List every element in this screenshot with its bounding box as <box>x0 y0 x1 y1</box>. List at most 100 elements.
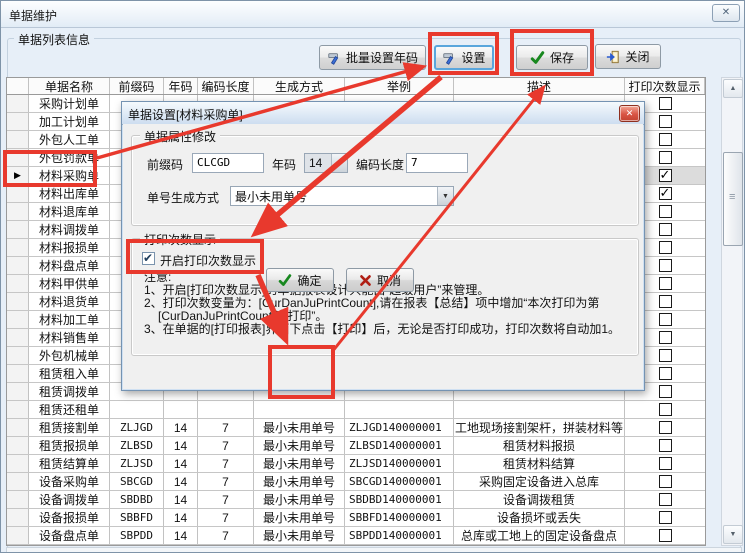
close-button[interactable]: 关闭 <box>595 44 661 69</box>
method-cell <box>254 401 345 418</box>
print-count-checkbox[interactable] <box>659 331 672 344</box>
year-label: 年码 <box>272 156 296 173</box>
prefix-input[interactable]: CLCGD <box>192 153 264 173</box>
table-row[interactable]: 设备报损单SBBFD147最小未用单号SBBFD140000001设备损坏或丢失 <box>7 509 705 527</box>
print-count-checkbox[interactable] <box>659 259 672 272</box>
print-count-checkbox[interactable] <box>659 115 672 128</box>
method-cell: 最小未用单号 <box>254 527 345 544</box>
batch-set-year-button[interactable]: 批量设置年码 <box>319 45 426 70</box>
hammer-icon <box>327 51 341 65</box>
print-count-checkbox[interactable] <box>659 511 672 524</box>
code-length-cell: 7 <box>198 437 254 454</box>
method-cell: 最小未用单号 <box>254 545 345 546</box>
example-cell: ZLJSD140000001 <box>345 455 454 472</box>
print-count-cell <box>625 455 705 472</box>
table-row[interactable]: 设备采购单SBCGD147最小未用单号SBCGD140000001采购固定设备进… <box>7 473 705 491</box>
enable-print-count-checkbox[interactable] <box>142 252 155 265</box>
scrollbar-thumb[interactable] <box>723 152 743 246</box>
method-combobox[interactable]: 最小未用单号 ▼ <box>230 186 454 206</box>
print-count-cell <box>625 509 705 526</box>
table-row[interactable]: 设备盘点单SBPDD147最小未用单号SBPDD140000001总库或工地上的… <box>7 527 705 545</box>
print-count-checkbox[interactable] <box>659 421 672 434</box>
column-header[interactable]: 举例 <box>345 78 454 94</box>
print-count-checkbox[interactable] <box>659 349 672 362</box>
print-count-checkbox[interactable] <box>659 313 672 326</box>
doc-name-cell: 材料销售单 <box>29 329 110 346</box>
print-count-checkbox[interactable] <box>659 241 672 254</box>
doc-name-cell: 租赁接割单 <box>29 419 110 436</box>
doc-name-cell: 设备调拨单 <box>29 491 110 508</box>
doc-name-cell: 材料采购单 <box>29 167 110 184</box>
column-header[interactable]: 年码 <box>164 78 198 94</box>
print-count-checkbox[interactable] <box>659 169 672 182</box>
document-maintenance-window: 单据维护 ✕ 单据列表信息 批量设置年码 设置 保存 关闭 单据名称前缀码年码编… <box>0 0 745 553</box>
print-count-groupbox: 打印次数显示 开启打印次数显示 注意:1、开启[打印次数显示]的单据报表设计只能… <box>131 238 639 356</box>
year-value: 14 <box>305 156 331 170</box>
settings-button[interactable]: 设置 <box>434 45 494 70</box>
save-button[interactable]: 保存 <box>516 45 588 70</box>
print-count-checkbox[interactable] <box>659 295 672 308</box>
scroll-down-button[interactable]: ▼ <box>723 525 743 544</box>
document-settings-dialog: 单据设置[材料采购单] ✕ 单据属性修改 前缀码 CLCGD 年码 14 ▼ 编… <box>121 101 645 391</box>
check-icon <box>278 274 292 287</box>
dialog-titlebar: 单据设置[材料采购单] ✕ <box>122 102 644 125</box>
row-indicator <box>7 257 29 274</box>
doc-name-cell: 租赁调拨单 <box>29 383 110 400</box>
print-count-checkbox[interactable] <box>659 187 672 200</box>
year-combobox[interactable]: 14 ▼ <box>304 153 348 173</box>
print-count-checkbox[interactable] <box>659 97 672 110</box>
print-count-checkbox[interactable] <box>659 457 672 470</box>
column-header[interactable]: 打印次数显示 <box>625 78 705 94</box>
print-count-checkbox[interactable] <box>659 205 672 218</box>
scroll-up-button[interactable]: ▲ <box>723 79 743 98</box>
x-icon <box>359 274 372 287</box>
prefix-cell: SBPDD <box>110 527 164 544</box>
row-indicator <box>7 419 29 436</box>
column-header[interactable]: 生成方式 <box>254 78 345 94</box>
column-header[interactable]: 编码长度 <box>198 78 254 94</box>
window-close-button[interactable]: ✕ <box>712 4 740 22</box>
note-line: 3、在单据的[打印报表]界面下点击【打印】后，无论是否打印成功，打印次数将自动加… <box>144 323 634 336</box>
print-count-checkbox[interactable] <box>659 133 672 146</box>
vertical-scrollbar[interactable]: ▲ ▼ <box>721 77 743 546</box>
row-indicator <box>7 239 29 256</box>
ok-button[interactable]: 确定 <box>266 268 334 292</box>
method-value: 最小未用单号 <box>231 188 437 205</box>
table-row[interactable]: 租赁还租单 <box>7 401 705 419</box>
row-indicator <box>7 383 29 400</box>
doc-name-cell: 租赁租入单 <box>29 365 110 382</box>
print-count-checkbox[interactable] <box>659 223 672 236</box>
method-cell: 最小未用单号 <box>254 455 345 472</box>
table-row[interactable]: 租赁结算单ZLJSD147最小未用单号ZLJSD140000001租赁材料结算 <box>7 455 705 473</box>
year-cell: 14 <box>164 491 198 508</box>
column-header[interactable]: 描述 <box>454 78 625 94</box>
column-header[interactable]: 前缀码 <box>110 78 164 94</box>
print-count-checkbox[interactable] <box>659 367 672 380</box>
window-title: 单据维护 <box>9 7 57 24</box>
print-count-checkbox[interactable] <box>659 403 672 416</box>
print-count-checkbox[interactable] <box>659 439 672 452</box>
doc-name-cell: 租赁结算单 <box>29 455 110 472</box>
method-cell: 最小未用单号 <box>254 491 345 508</box>
table-row[interactable]: 设备调拨单SBDBD147最小未用单号SBDBD140000001设备调拨租赁 <box>7 491 705 509</box>
print-count-checkbox[interactable] <box>659 385 672 398</box>
table-row[interactable]: 租赁报损单ZLBSD147最小未用单号ZLBSD140000001租赁材料报损 <box>7 437 705 455</box>
table-row[interactable]: 租赁接割单ZLJGD147最小未用单号ZLJGD140000001工地现场接割架… <box>7 419 705 437</box>
print-count-checkbox[interactable] <box>659 277 672 290</box>
code-length-input[interactable]: 7 <box>406 153 468 173</box>
print-count-checkbox[interactable] <box>659 475 672 488</box>
row-indicator <box>7 293 29 310</box>
desc-cell: 租赁材料报损 <box>454 437 625 454</box>
example-cell: SBCGD140000001 <box>345 473 454 490</box>
table-row[interactable]: 设备退货单SBTHD147最小未用单号SBTHD140000001总库退回固定设… <box>7 545 705 546</box>
chevron-down-icon[interactable]: ▼ <box>331 154 347 172</box>
print-count-checkbox[interactable] <box>659 529 672 542</box>
chevron-down-icon[interactable]: ▼ <box>437 187 453 205</box>
dialog-close-button[interactable]: ✕ <box>619 105 640 122</box>
doc-name-cell: 加工计划单 <box>29 113 110 130</box>
horizontal-scrollbar[interactable] <box>6 547 742 553</box>
print-count-checkbox[interactable] <box>659 151 672 164</box>
cancel-button[interactable]: 取消 <box>346 268 414 292</box>
print-count-checkbox[interactable] <box>659 493 672 506</box>
column-header[interactable]: 单据名称 <box>29 78 110 94</box>
